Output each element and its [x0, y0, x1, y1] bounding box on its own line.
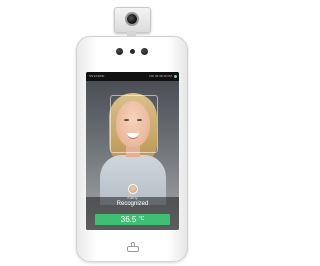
- display-screen[interactable]: SN:FA3830 FRI 05:38:16 PM Kathy Recogniz…: [86, 72, 179, 230]
- status-bar: SN:FA3830 FRI 05:38:16 PM: [86, 72, 179, 81]
- face-recognition-terminal: SN:FA3830 FRI 05:38:16 PM Kathy Recogniz…: [76, 36, 188, 262]
- recognized-name: Kathy: [127, 195, 138, 200]
- camera-preview: Kathy Recognized 36.5 °C: [86, 81, 179, 230]
- ir-sensor-icon: [130, 49, 135, 54]
- thermal-camera-module: [114, 7, 151, 33]
- temperature-value: 36.5: [120, 215, 137, 224]
- right-camera-icon: [141, 48, 148, 55]
- face-detection-frame: [110, 95, 158, 153]
- temperature-unit: °C: [138, 216, 145, 222]
- recognized-avatar: [128, 184, 138, 194]
- thermal-camera-icon: [125, 12, 139, 26]
- recognition-status: Recognized: [116, 201, 149, 207]
- device-serial: SN:FA3830: [89, 74, 105, 78]
- temperature-bar: 36.5 °C: [95, 214, 170, 225]
- status-clock: FRI 05:38:16 PM: [149, 74, 172, 78]
- left-camera-icon: [116, 48, 123, 55]
- connection-indicator-icon: [174, 75, 177, 78]
- touch-key-icon[interactable]: [127, 242, 139, 252]
- product-stage: SN:FA3830 FRI 05:38:16 PM Kathy Recogniz…: [0, 0, 263, 266]
